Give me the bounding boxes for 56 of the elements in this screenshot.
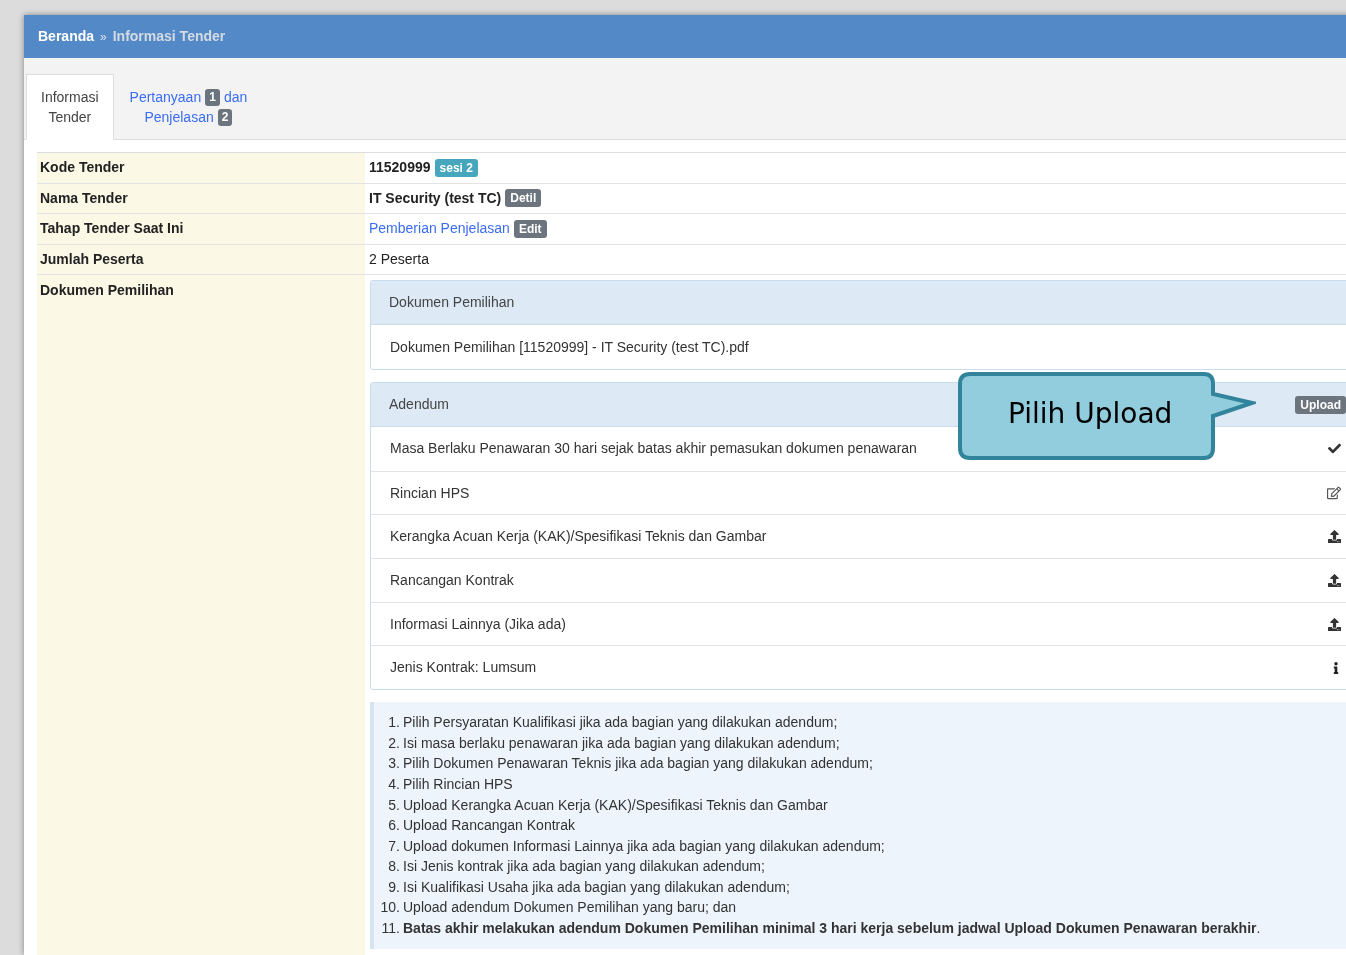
list-number: 5. — [387, 795, 401, 815]
field-label: Dokumen Pemilihan — [40, 280, 174, 300]
document-file-link[interactable]: Dokumen Pemilihan [11520999] - IT Security (test TC).pdf — [390, 336, 749, 358]
note-text: Isi masa berlaku penawaran jika ada bagian yang dilakukan adendum; — [403, 733, 840, 753]
note-text: Pilih Rincian HPS — [403, 774, 513, 794]
tab[interactable]: Informasi Tender — [26, 74, 114, 140]
adendum-item: Jenis Kontrak: Lumsum — [390, 658, 537, 678]
adendum-item: Rincian HPS — [390, 483, 470, 503]
list-number: 3. — [387, 754, 401, 774]
list-number: 4. — [387, 774, 401, 794]
note-text: Upload adendum Dokumen Pemilihan yang baru; dan — [403, 898, 737, 918]
panel-title: Adendum — [389, 395, 449, 414]
panel-title: Dokumen Pemilihan — [389, 293, 515, 312]
list-number: 7. — [387, 836, 401, 856]
adendum-item: Rancangan Kontrak — [390, 570, 514, 590]
field-label: Tahap Tender Saat Ini — [40, 219, 184, 239]
tab[interactable]: Pertanyaan 1 dan Penjelasan 2 — [115, 74, 262, 140]
note-text: Pilih Persyaratan Kualifikasi jika ada bagian yang dilakukan adendum; — [403, 713, 838, 733]
upload-icon[interactable] — [1328, 573, 1341, 587]
callout-text: Pilih Upload — [1008, 396, 1173, 432]
info-icon[interactable] — [1331, 661, 1341, 674]
list-number: 8. — [387, 857, 401, 877]
adendum-item: Informasi Lainnya (Jika ada) — [390, 614, 566, 634]
field-label: Kode Tender — [40, 158, 125, 178]
list-number: 2. — [387, 733, 401, 753]
stage-link[interactable]: Pemberian Penjelasan — [369, 218, 510, 240]
list-number: 6. — [387, 816, 401, 836]
field-label: Nama Tender — [40, 188, 128, 208]
note-text: Pilih Dokumen Penawaran Teknis jika ada bagian yang dilakukan adendum; — [403, 754, 873, 774]
note-text: Batas akhir melakukan adendum Dokumen Pemilihan minimal 3 hari kerja sebelum jadwal Upload Dokumen Penawaran berakhir. — [403, 919, 1261, 939]
check-icon — [1328, 442, 1341, 456]
breadcrumb-current: Informasi Tender — [112, 27, 226, 46]
list-number: 11. — [380, 919, 401, 939]
note-text: Isi Jenis kontrak jika ada bagian yang dilakukan adendum; — [403, 857, 765, 877]
field-value: IT Security (test TC) — [369, 188, 502, 208]
note-text: Upload dokumen Informasi Lainnya jika ada bagian yang dilakukan adendum; — [403, 836, 885, 856]
upload-icon[interactable] — [1328, 530, 1341, 544]
upload-button[interactable]: Upload — [1295, 395, 1346, 414]
badge[interactable]: Edit — [513, 219, 547, 238]
edit-icon[interactable] — [1327, 486, 1341, 501]
list-number: 9. — [387, 877, 401, 897]
note-text: Upload Rancangan Kontrak — [403, 816, 575, 836]
field-value: 2 Peserta — [369, 249, 429, 269]
upload-icon[interactable] — [1328, 617, 1341, 631]
adendum-item: Masa Berlaku Penawaran 30 hari sejak batas akhir pemasukan dokumen penawaran — [390, 439, 917, 459]
field-label: Jumlah Peserta — [40, 249, 144, 269]
badge[interactable]: Detil — [505, 189, 542, 208]
breadcrumb-link[interactable]: Beranda — [38, 26, 95, 47]
breadcrumb-separator: » — [100, 28, 107, 46]
badge[interactable]: sesi 2 — [434, 158, 478, 177]
note-text: Upload Kerangka Acuan Kerja (KAK)/Spesifikasi Teknis dan Gambar — [403, 795, 828, 815]
adendum-item: Kerangka Acuan Kerja (KAK)/Spesifikasi Teknis dan Gambar — [390, 527, 767, 547]
field-value: 11520999 — [369, 158, 431, 178]
list-number: 1. — [387, 713, 401, 733]
list-number: 10. — [380, 898, 401, 918]
note-text: Isi Kualifikasi Usaha jika ada bagian yang dilakukan adendum; — [403, 877, 790, 897]
